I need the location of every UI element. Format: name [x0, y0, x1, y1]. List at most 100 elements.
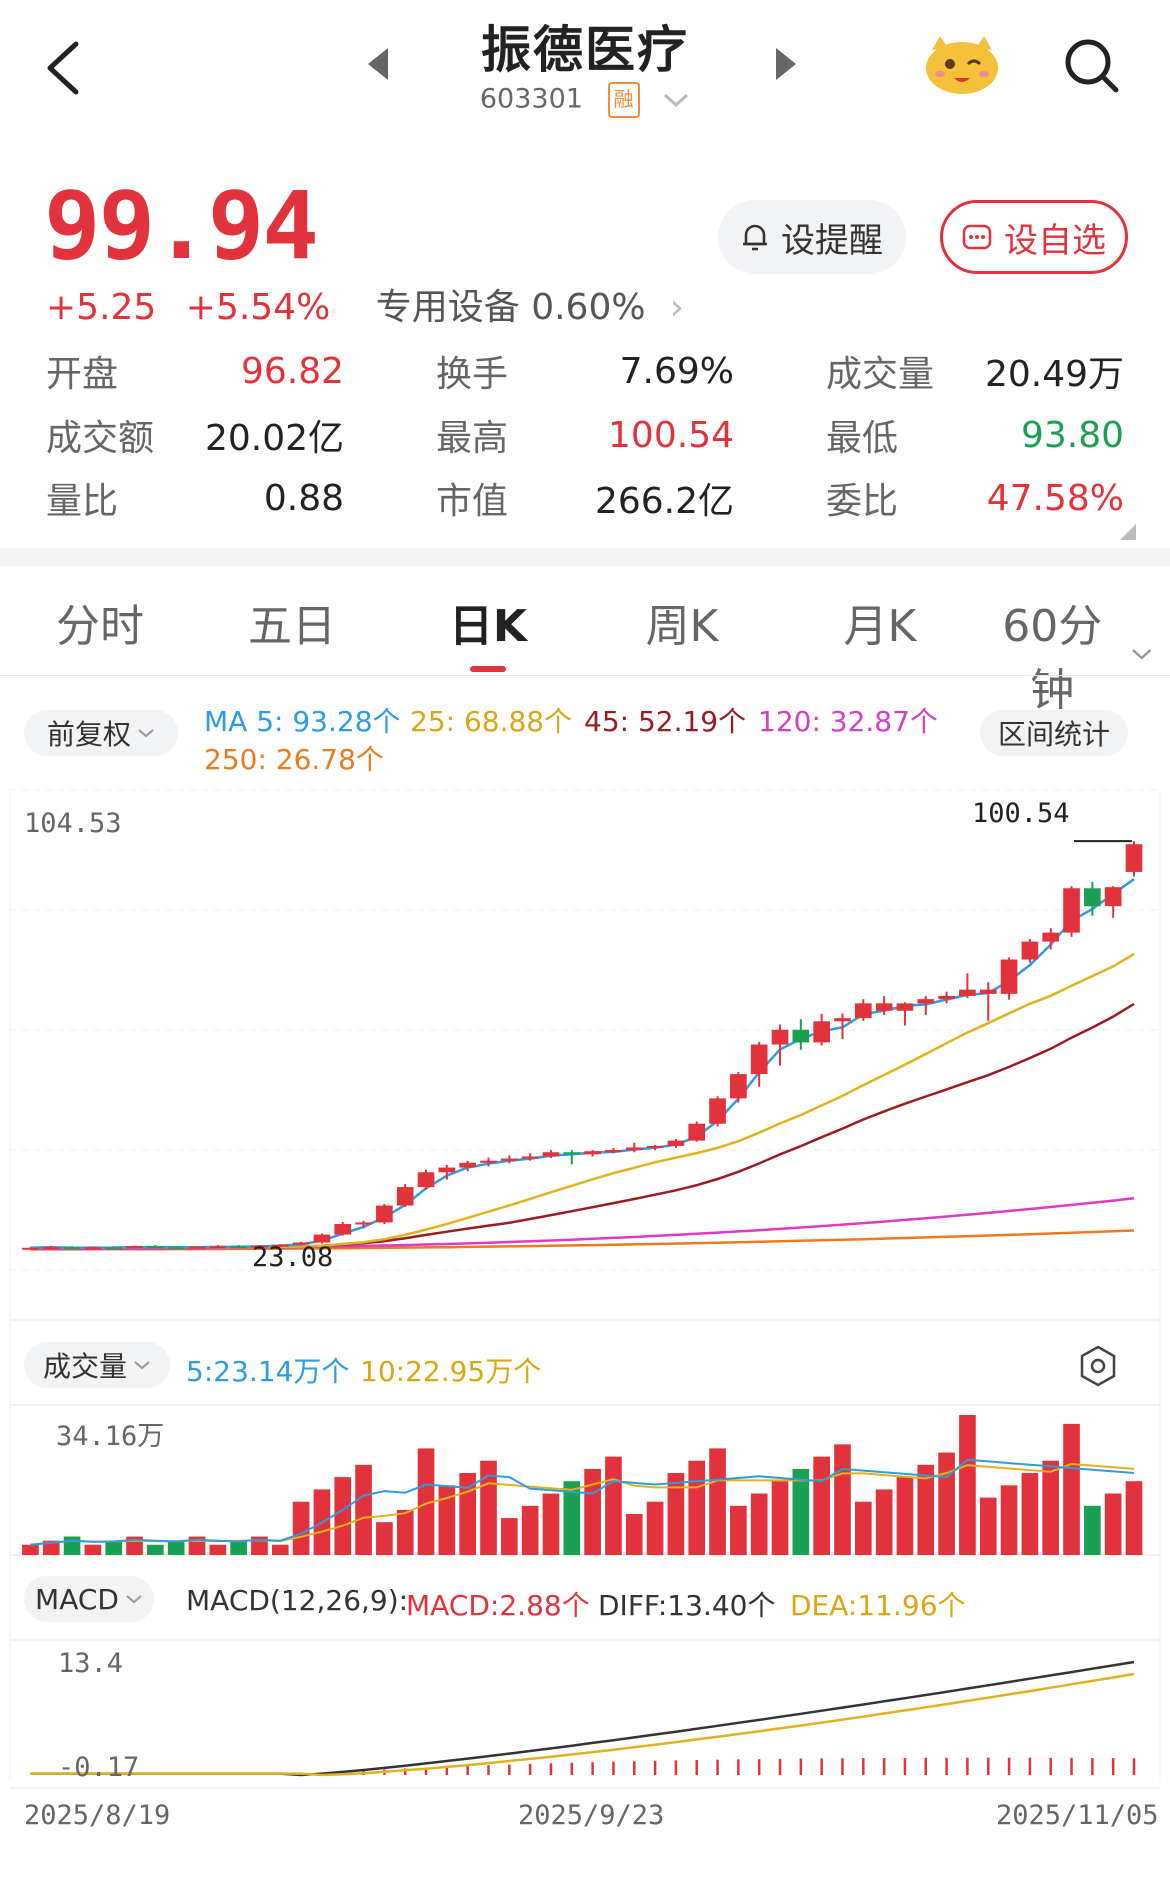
candle-body — [771, 1029, 789, 1045]
sector-link[interactable]: 专用设备 0.60% — [376, 287, 646, 328]
candle-body — [1042, 932, 1060, 942]
stat-label: 成交量 — [826, 354, 935, 395]
tab-intraday[interactable]: 分时 — [40, 590, 160, 654]
candle-body — [500, 1158, 518, 1161]
ma120-line — [30, 1197, 1135, 1251]
expand-stats-icon[interactable] — [1120, 524, 1136, 540]
date-label-start: 2025/8/19 — [24, 1800, 171, 1831]
volume-ma10: 10:22.95万个 — [360, 1355, 542, 1388]
stat-open: 开盘 96.82 — [46, 346, 344, 396]
price-axis-top: 104.53 — [24, 808, 122, 839]
volume-bar — [167, 1540, 185, 1555]
candle-body — [875, 1003, 893, 1011]
stat-value: 7.69% — [619, 350, 734, 392]
candlesticks — [22, 841, 1143, 1250]
stat-label: 委比 — [826, 481, 899, 522]
candle-body — [22, 1247, 39, 1250]
volume-bar — [584, 1468, 601, 1555]
chevron-down-icon[interactable] — [662, 91, 690, 109]
settings-icon[interactable] — [1078, 1344, 1118, 1388]
stock-code: 603301 — [479, 83, 583, 115]
bell-icon — [743, 224, 767, 251]
volume-bar — [1125, 1481, 1143, 1555]
volume-bar — [1104, 1493, 1122, 1555]
kline-chart[interactable] — [0, 780, 1170, 1840]
add-watchlist-button[interactable]: 设自选 — [940, 200, 1128, 274]
ma25-line — [30, 952, 1135, 1250]
candle-body — [1084, 888, 1101, 907]
candle-body — [167, 1247, 185, 1250]
range-stats-button[interactable]: 区间统计 — [980, 710, 1128, 756]
volume-bar — [1000, 1485, 1018, 1555]
candle-body — [688, 1123, 706, 1141]
adjust-mode-dropdown[interactable]: 前复权 — [24, 710, 178, 756]
search-icon[interactable] — [1062, 36, 1122, 96]
volume-bar — [709, 1448, 726, 1555]
volume-bar — [979, 1497, 997, 1555]
stat-volume-ratio: 量比 0.88 — [46, 473, 344, 523]
candle-body — [188, 1246, 206, 1249]
volume-indicator-label: 成交量 — [42, 1350, 127, 1383]
price-change-percent: +5.54% — [185, 287, 331, 328]
stat-market-cap: 市值 266.2亿 — [436, 473, 734, 523]
macd-value: MACD:2.88个 — [406, 1589, 590, 1622]
candle-body — [979, 989, 997, 994]
volume-indicator-dropdown[interactable]: 成交量 — [24, 1342, 170, 1388]
mascot-icon[interactable] — [922, 30, 1002, 96]
candle-body — [1063, 888, 1080, 933]
stat-label: 量比 — [46, 481, 119, 522]
volume-bar — [230, 1540, 247, 1555]
set-alert-label: 设提醒 — [781, 220, 883, 261]
candle-body — [1000, 959, 1018, 994]
ma250-value: 250: 26.78个 — [204, 743, 384, 776]
volume-bar — [1021, 1473, 1039, 1555]
macd-indicator-dropdown[interactable]: MACD — [24, 1576, 154, 1622]
stat-turnover-rate: 换手 7.69% — [436, 346, 734, 396]
stat-value: 47.58% — [986, 477, 1124, 519]
volume-bars — [22, 1415, 1143, 1555]
volume-bar — [834, 1444, 851, 1555]
last-price: 99.94 — [44, 172, 319, 281]
volume-bar — [667, 1473, 685, 1555]
tab-60min[interactable]: 60分钟 — [982, 590, 1152, 718]
volume-bar — [63, 1536, 81, 1555]
volume-bar — [209, 1544, 227, 1555]
volume-bar — [771, 1481, 789, 1555]
candle-body — [105, 1247, 123, 1250]
candle-body — [667, 1140, 685, 1146]
candle-body — [480, 1160, 497, 1163]
stat-value: 96.82 — [240, 350, 344, 392]
active-tab-indicator — [470, 666, 506, 672]
ma5-value: MA 5: 93.28个 — [204, 705, 401, 738]
volume-bar — [521, 1505, 539, 1555]
candle-body — [355, 1222, 372, 1225]
date-label-mid: 2025/9/23 — [518, 1800, 665, 1831]
stat-value: 20.02亿 — [204, 418, 344, 459]
volume-bar — [730, 1505, 747, 1555]
stat-label: 换手 — [436, 354, 509, 395]
set-alert-button[interactable]: 设提醒 — [718, 200, 906, 274]
volume-bar — [1084, 1505, 1101, 1555]
tab-monthly-k[interactable]: 月K — [820, 590, 940, 654]
volume-bar — [1063, 1423, 1080, 1555]
stat-label: 最高 — [436, 418, 509, 459]
tab-daily-k[interactable]: 日K — [428, 590, 548, 654]
candle-body — [1125, 844, 1143, 872]
volume-bar — [938, 1452, 955, 1555]
tab-five-day[interactable]: 五日 — [232, 590, 352, 654]
chart-grid — [9, 789, 1161, 1789]
candle-body — [938, 995, 955, 1000]
candle-body — [459, 1162, 477, 1168]
price-low-label: 23.08 — [252, 1242, 334, 1273]
dea-value: DEA:11.96个 — [790, 1589, 966, 1622]
margin-trading-badge: 融 — [607, 82, 640, 118]
volume-bar — [84, 1544, 102, 1555]
chevron-down-icon — [134, 1361, 150, 1370]
stat-label: 市值 — [436, 481, 509, 522]
tab-weekly-k[interactable]: 周K — [622, 590, 742, 654]
candle-body — [521, 1156, 539, 1159]
next-stock-arrow-icon[interactable] — [776, 48, 796, 80]
stat-label: 成交额 — [46, 418, 155, 459]
candle-body — [1021, 941, 1039, 960]
volume-bar — [896, 1477, 914, 1555]
